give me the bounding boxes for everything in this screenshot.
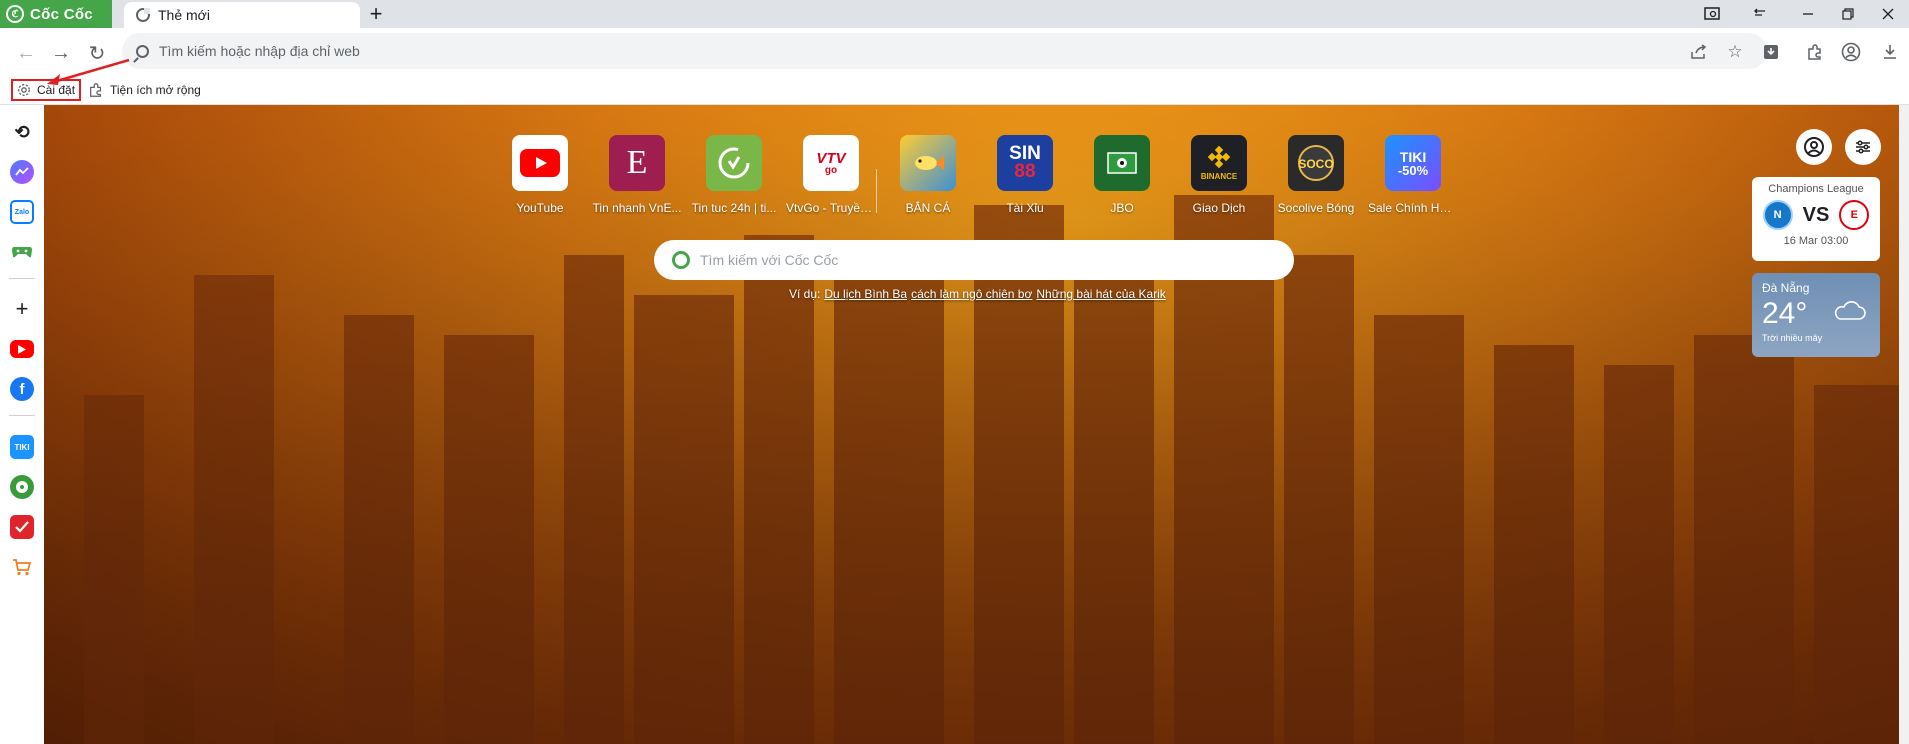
search-placeholder: Tìm kiếm với Cốc Cốc [700, 252, 839, 268]
svg-text:SOCO: SOCO [1298, 157, 1333, 171]
tile-label: YouTube [516, 201, 564, 215]
tile-label: Tài Xỉu [1006, 201, 1044, 215]
24h-logo-icon [706, 135, 762, 191]
history-icon[interactable]: ⟲ [10, 120, 34, 144]
tile-jbo[interactable]: JBO [1077, 135, 1167, 215]
match-widget[interactable]: Champions League N VS E 16 Mar 03:00 [1752, 177, 1880, 261]
sidebar-divider [9, 278, 35, 279]
tile-divider [876, 169, 877, 213]
page-scrollbar[interactable] [1899, 105, 1909, 744]
cloud-icon [1834, 301, 1866, 320]
tile-label: JBO [1110, 201, 1134, 215]
messenger-icon[interactable] [10, 160, 34, 184]
save-download-icon[interactable] [1760, 41, 1782, 63]
jbo-logo-icon [1094, 135, 1150, 191]
sin88-logo-icon: SIN 88 [997, 135, 1053, 191]
tile-tai-xiu[interactable]: SIN 88 Tài Xỉu [980, 135, 1070, 215]
back-icon[interactable]: ← [13, 40, 39, 66]
annotation-arrow [47, 58, 130, 85]
address-bar[interactable]: Tìm kiếm hoặc nhập địa chỉ web [122, 33, 1767, 69]
napoli-badge-icon: N [1762, 200, 1793, 230]
examples-label: Ví dụ: [789, 287, 821, 301]
facebook-icon[interactable]: f [10, 377, 34, 401]
ticktick-icon[interactable] [10, 515, 34, 539]
new-tab-page: YouTube E Tin nhanh VnE... Tin tuc 24h |… [44, 105, 1899, 744]
downloads-icon[interactable] [1879, 41, 1901, 63]
match-vs: VS [1802, 203, 1830, 226]
title-bar: ℭ Cốc Cốc Thẻ mới + [0, 0, 1909, 28]
binance-logo-icon: BINANCE [1191, 135, 1247, 191]
bookmarks-bar: Cài đặt Tiện ích mở rộng [0, 76, 1909, 105]
profile-icon[interactable] [1840, 41, 1862, 63]
share-icon[interactable] [1688, 41, 1710, 63]
tile-label: Tin nhanh VnE... [592, 201, 682, 215]
tile-ban-ca[interactable]: BẮN CÁ [883, 135, 973, 215]
weather-desc: Trời nhiều mây [1762, 333, 1823, 343]
soccer-icon[interactable] [10, 475, 34, 499]
user-icon [1804, 137, 1824, 157]
weather-widget[interactable]: Đà Nẵng 24° Trời nhiều mây [1752, 273, 1880, 357]
socolive-logo-icon: SOCO [1288, 135, 1344, 191]
tiki-sale-logo-icon: TIKI -50% [1385, 135, 1441, 191]
search-tabs-icon[interactable] [1692, 0, 1732, 28]
close-window-icon[interactable] [1868, 0, 1908, 28]
tiki-icon[interactable]: TIKI [10, 435, 34, 459]
weather-city: Đà Nẵng [1762, 281, 1810, 295]
youtube-logo-icon [512, 135, 568, 191]
extensions-icon[interactable] [1804, 41, 1826, 63]
sliders-icon [1856, 140, 1870, 154]
search-examples: Ví dụ: Du lịch Bình Ba cách làm ngô chiê… [789, 287, 1166, 301]
shop-icon[interactable] [10, 555, 34, 579]
tile-label: Tin tuc 24h | ti... [691, 201, 777, 215]
vnexpress-logo-icon: E [609, 135, 665, 191]
tile-label: Socolive Bóng [1277, 201, 1355, 215]
tile-label: Giao Dịch [1192, 201, 1246, 215]
coccoc-search-logo-icon [672, 251, 690, 269]
minimize-window-icon[interactable] [1788, 0, 1828, 28]
coccoc-menu-button[interactable]: ℭ Cốc Cốc [0, 0, 112, 28]
tile-binance[interactable]: BINANCE Giao Dịch [1174, 135, 1264, 215]
tile-24h[interactable]: Tin tuc 24h | ti... [689, 135, 779, 215]
minimize-icon[interactable] [1740, 0, 1780, 28]
tile-label: Sale Chính Hãng [1368, 201, 1458, 215]
coccoc-search-box[interactable]: Tìm kiếm với Cốc Cốc [654, 240, 1294, 280]
toolbar: ← → ↻ Tìm kiếm hoặc nhập địa chỉ web ☆ [0, 28, 1909, 76]
new-tab-icon [136, 8, 150, 22]
address-placeholder: Tìm kiếm hoặc nhập địa chỉ web [159, 43, 360, 59]
tile-vnexpress[interactable]: E Tin nhanh VnE... [592, 135, 682, 215]
search-icon [136, 44, 149, 58]
match-time: 16 Mar 03:00 [1783, 235, 1849, 247]
zalo-icon[interactable]: Zalo [10, 200, 34, 224]
sidebar-divider [9, 415, 35, 416]
match-league: Champions League [1768, 183, 1864, 195]
tab-title: Thẻ mới [158, 7, 210, 23]
tile-label: VtvGo - Truyền... [786, 201, 876, 215]
youtube-icon[interactable] [10, 340, 34, 358]
add-icon[interactable]: + [10, 296, 34, 321]
frankfurt-badge-icon: E [1839, 200, 1870, 230]
coccoc-logo-icon: ℭ [6, 5, 24, 23]
account-button[interactable] [1796, 129, 1832, 165]
tile-socolive[interactable]: SOCO Socolive Bóng [1271, 135, 1361, 215]
example-link[interactable]: Du lịch Bình Ba [824, 287, 907, 301]
tile-youtube[interactable]: YouTube [495, 135, 585, 215]
tab-new-tab[interactable]: Thẻ mới [124, 2, 360, 28]
example-link[interactable]: Những bài hát của Karik [1036, 287, 1165, 301]
gear-icon [18, 84, 30, 96]
brand-name: Cốc Cốc [30, 5, 93, 23]
fishing-game-icon [900, 135, 956, 191]
games-icon[interactable] [10, 240, 34, 264]
customize-button[interactable] [1845, 129, 1881, 165]
tile-tiki-sale[interactable]: TIKI -50% Sale Chính Hãng [1368, 135, 1458, 215]
restore-window-icon[interactable] [1828, 0, 1868, 28]
tile-label: BẮN CÁ [905, 201, 951, 215]
example-link[interactable]: cách làm ngô chiên bơ [911, 287, 1032, 301]
new-tab-button[interactable]: + [364, 2, 388, 26]
vtvgo-logo-icon: VTV go [803, 135, 859, 191]
tile-vtvgo[interactable]: VTV go VtvGo - Truyền... [786, 135, 876, 215]
bookmark-star-icon[interactable]: ☆ [1724, 41, 1746, 63]
sidebar: ⟲ Zalo + f TIKI [0, 105, 45, 744]
match-teams: N VS E [1752, 200, 1880, 230]
speed-dial: YouTube E Tin nhanh VnE... Tin tuc 24h |… [44, 135, 1899, 215]
